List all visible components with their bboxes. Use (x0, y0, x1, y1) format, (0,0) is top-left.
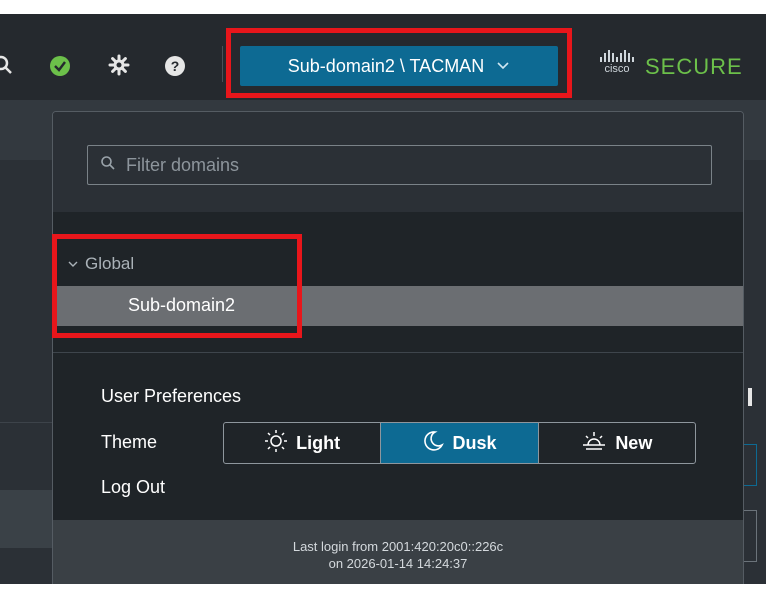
last-login-footer: Last login from 2001:420:20c0::226c on 2… (53, 520, 743, 584)
moon-icon (422, 430, 445, 457)
filter-domains-input[interactable] (124, 153, 688, 177)
theme-option-dusk[interactable]: Dusk (380, 423, 538, 463)
user-preferences-link[interactable]: User Preferences (101, 386, 241, 407)
check-status-icon[interactable] (50, 56, 70, 76)
background-row (0, 490, 52, 548)
cisco-logo-text: cisco (604, 63, 630, 75)
search-icon[interactable] (0, 54, 14, 76)
scroll-indicator (748, 388, 752, 406)
highlight-box-domain-tree (52, 234, 302, 338)
theme-option-new[interactable]: New (537, 423, 695, 463)
theme-option-new-label: New (615, 432, 653, 453)
help-icon[interactable]: ? (165, 56, 185, 76)
background-panel-edge (744, 510, 757, 562)
brand-product-name: SECURE (645, 54, 743, 79)
background-divider (0, 422, 52, 423)
cisco-logo: cisco (596, 50, 638, 75)
theme-toggle-group: Light Dusk New (223, 422, 696, 464)
last-login-text: Last login from 2001:420:20c0::226c on 2… (53, 538, 743, 572)
dropdown-filter-area (53, 112, 743, 212)
log-out-link[interactable]: Log Out (101, 477, 165, 498)
theme-option-light[interactable]: Light (224, 423, 380, 463)
theme-label: Theme (101, 432, 158, 452)
search-icon (100, 155, 116, 176)
last-login-line2: on 2026-01-14 14:24:37 (328, 556, 468, 571)
sun-icon (264, 429, 288, 458)
dropdown-divider (53, 352, 743, 353)
domain-dropdown-panel: Global Sub-domain2 User Preferences Them… (52, 111, 744, 584)
last-login-line1: Last login from 2001:420:20c0::226c (292, 539, 504, 554)
toolbar-divider (222, 46, 223, 82)
filter-domains-field[interactable] (87, 145, 712, 185)
gear-icon[interactable] (108, 54, 130, 76)
app-window: ? Sub-domain2 \ TACMAN cisco SECURE Filt… (0, 14, 766, 584)
theme-option-dusk-label: Dusk (452, 432, 497, 453)
sunrise-icon (581, 430, 607, 457)
highlight-box-domain-button (226, 28, 572, 98)
theme-option-light-label: Light (296, 432, 341, 453)
background-button-edge (744, 444, 757, 486)
